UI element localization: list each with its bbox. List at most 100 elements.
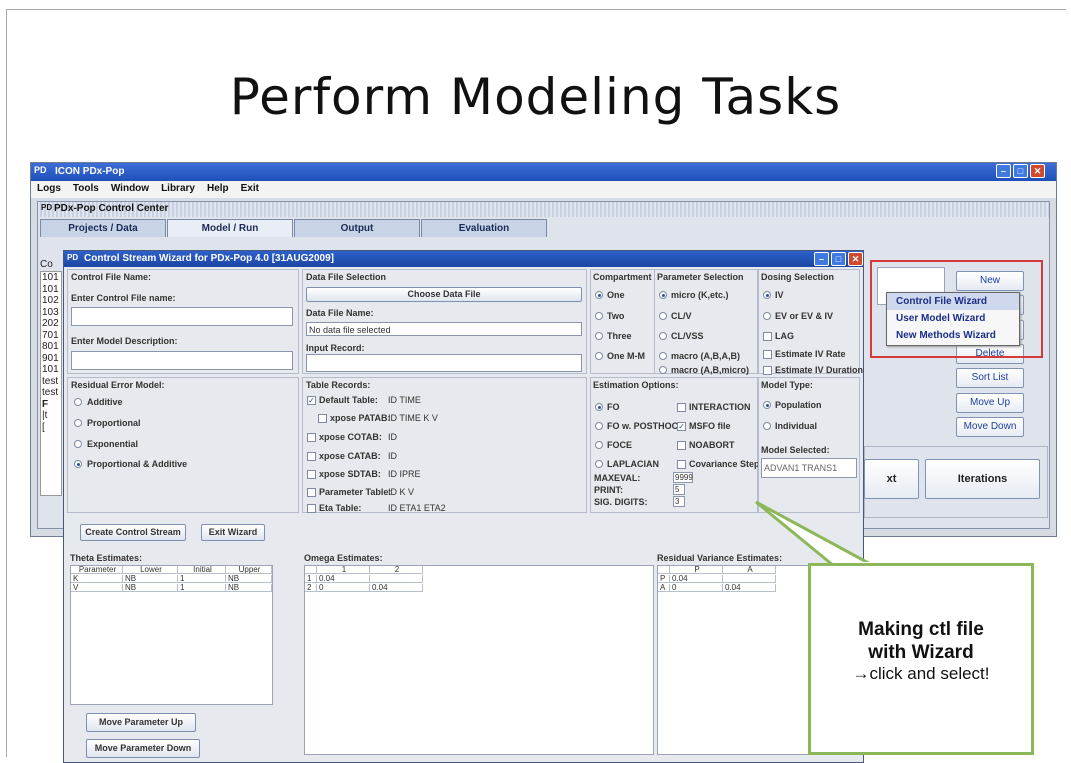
checkbox-msfo[interactable]: ✓ xyxy=(677,422,686,431)
radio-laplacian[interactable] xyxy=(595,460,603,468)
list-item[interactable]: |t xyxy=(42,410,61,422)
menu-item-control-file-wizard[interactable]: Control File Wizard xyxy=(887,293,1019,310)
sort-list-button[interactable]: Sort List xyxy=(956,368,1024,388)
table-record-value[interactable]: ID TIME xyxy=(388,395,421,405)
radio-three[interactable] xyxy=(595,332,603,340)
table-cell[interactable]: V xyxy=(71,584,123,592)
radio-ev[interactable] xyxy=(763,312,771,320)
table-cell[interactable]: 0 xyxy=(317,584,370,592)
radio-cl-vss[interactable] xyxy=(659,332,667,340)
table-cell[interactable]: NB xyxy=(226,584,272,592)
close-icon[interactable]: ✕ xyxy=(848,252,863,266)
menu-library[interactable]: Library xyxy=(161,183,195,198)
next-button[interactable]: xt xyxy=(864,459,919,499)
menu-item-new-methods-wizard[interactable]: New Methods Wizard xyxy=(887,327,1019,344)
list-item[interactable]: 202 xyxy=(42,318,61,330)
maxeval-input[interactable]: 9999 xyxy=(673,472,693,483)
list-item[interactable]: 101 xyxy=(42,272,61,284)
move-up-button[interactable]: Move Up xyxy=(956,393,1024,413)
list-item[interactable]: test xyxy=(42,376,61,388)
checkbox-noabort[interactable] xyxy=(677,441,686,450)
checkbox-iv-rate[interactable] xyxy=(763,350,772,359)
menu-help[interactable]: Help xyxy=(207,183,229,198)
radio-one[interactable] xyxy=(595,291,603,299)
move-parameter-up-button[interactable]: Move Parameter Up xyxy=(86,713,196,732)
list-item[interactable]: 101 xyxy=(42,284,61,296)
sig-digits-input[interactable]: 3 xyxy=(673,496,685,507)
table-record-value[interactable]: ID K V xyxy=(388,487,414,497)
maximize-icon[interactable]: □ xyxy=(831,252,846,266)
tab-model-run[interactable]: Model / Run xyxy=(167,219,293,237)
checkbox-xpose-catab[interactable] xyxy=(307,452,316,461)
radio-fo-posthoc[interactable] xyxy=(595,422,603,430)
menu-item-user-model-wizard[interactable]: User Model Wizard xyxy=(887,310,1019,327)
tab-evaluation[interactable]: Evaluation xyxy=(421,219,547,237)
move-down-button[interactable]: Move Down xyxy=(956,417,1024,437)
maximize-icon[interactable]: □ xyxy=(1013,164,1028,178)
radio-macro-abab[interactable] xyxy=(659,352,667,360)
menu-logs[interactable]: Logs xyxy=(37,183,61,198)
checkbox-covariance[interactable] xyxy=(677,460,686,469)
checkbox-lag[interactable] xyxy=(763,332,772,341)
list-item[interactable]: 102 xyxy=(42,295,61,307)
minimize-icon[interactable]: – xyxy=(814,252,829,266)
radio-fo[interactable] xyxy=(595,403,603,411)
table-cell[interactable]: 0.04 xyxy=(370,584,423,592)
exit-wizard-button[interactable]: Exit Wizard xyxy=(201,524,265,541)
omega-table[interactable]: 1 2 1 0.04 2 0 0.04 xyxy=(304,565,654,755)
menu-exit[interactable]: Exit xyxy=(241,183,259,198)
list-item[interactable]: test xyxy=(42,387,61,399)
menu-tools[interactable]: Tools xyxy=(73,183,99,198)
create-control-stream-button[interactable]: Create Control Stream xyxy=(80,524,186,541)
menu-window[interactable]: Window xyxy=(111,183,149,198)
list-item[interactable]: 103 xyxy=(42,307,61,319)
table-cell[interactable]: 0 xyxy=(670,584,723,592)
checkbox-xpose-sdtab[interactable] xyxy=(307,470,316,479)
checkbox-xpose-cotab[interactable] xyxy=(307,433,316,442)
radio-additive[interactable] xyxy=(74,398,82,406)
radio-exponential[interactable] xyxy=(74,440,82,448)
list-item[interactable]: 901 xyxy=(42,353,61,365)
table-record-value[interactable]: ID xyxy=(388,432,397,442)
theta-table[interactable]: Parameter Lower Initial Upper K NB 1 NB … xyxy=(70,565,273,705)
table-cell[interactable]: 0.04 xyxy=(670,575,723,583)
radio-proportional[interactable] xyxy=(74,419,82,427)
model-description-input[interactable] xyxy=(71,351,293,370)
move-parameter-down-button[interactable]: Move Parameter Down xyxy=(86,739,200,758)
control-file-name-input[interactable] xyxy=(71,307,293,326)
list-item[interactable]: 101 xyxy=(42,364,61,376)
run-list[interactable]: 101 101 102 103 202 701 801 901 101 test… xyxy=(40,271,62,496)
choose-data-file-button[interactable]: Choose Data File xyxy=(306,287,582,302)
print-input[interactable]: 5 xyxy=(673,484,685,495)
radio-micro[interactable] xyxy=(659,291,667,299)
checkbox-default-table[interactable]: ✓ xyxy=(307,396,316,405)
radio-two[interactable] xyxy=(595,312,603,320)
table-record-value[interactable]: ID xyxy=(388,451,397,461)
tab-output[interactable]: Output xyxy=(294,219,420,237)
table-record-value[interactable]: ID TIME K V xyxy=(388,413,438,423)
radio-prop-additive[interactable] xyxy=(74,460,82,468)
list-item[interactable]: 701 xyxy=(42,330,61,342)
radio-population[interactable] xyxy=(763,401,771,409)
table-cell[interactable]: NB xyxy=(123,584,178,592)
checkbox-iv-duration[interactable] xyxy=(763,366,772,375)
table-cell[interactable]: 0.04 xyxy=(317,575,370,583)
list-item[interactable]: 801 xyxy=(42,341,61,353)
checkbox-parameter-table[interactable] xyxy=(307,488,316,497)
table-record-value[interactable]: ID IPRE xyxy=(388,469,421,479)
tab-projects-data[interactable]: Projects / Data xyxy=(40,219,166,237)
minimize-icon[interactable]: – xyxy=(996,164,1011,178)
table-cell[interactable]: NB xyxy=(123,575,178,583)
radio-iv[interactable] xyxy=(763,291,771,299)
radio-individual[interactable] xyxy=(763,422,771,430)
checkbox-xpose-patab[interactable] xyxy=(318,414,327,423)
list-item[interactable]: [ xyxy=(42,422,61,434)
table-cell[interactable]: 1 xyxy=(178,584,226,592)
radio-one-mm[interactable] xyxy=(595,352,603,360)
radio-macro-abmicro[interactable] xyxy=(659,366,667,374)
radio-cl-v[interactable] xyxy=(659,312,667,320)
close-icon[interactable]: ✕ xyxy=(1030,164,1045,178)
list-item[interactable]: F xyxy=(42,399,61,411)
table-cell[interactable]: K xyxy=(71,575,123,583)
iterations-button[interactable]: Iterations xyxy=(925,459,1040,499)
